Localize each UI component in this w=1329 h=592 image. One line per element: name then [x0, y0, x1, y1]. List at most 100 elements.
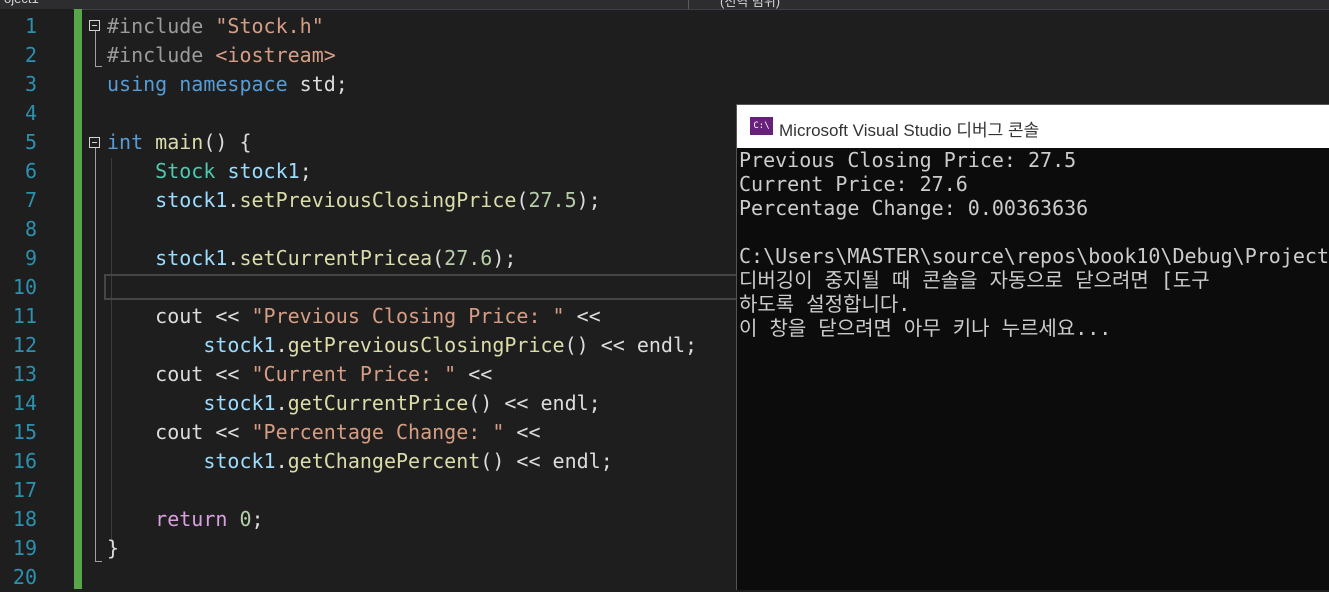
code-token: .	[275, 333, 288, 357]
code-line[interactable]: cout << "Percentage Change: " <<	[107, 418, 541, 447]
code-token: namespace	[179, 72, 288, 96]
fold-collapse-icon[interactable]	[89, 137, 100, 148]
code-token: (	[432, 246, 445, 270]
code-token: cout <<	[107, 420, 252, 444]
code-line[interactable]: return 0;	[107, 505, 263, 534]
current-line-highlight	[104, 274, 744, 300]
code-line[interactable]: stock1.getCurrentPrice() << endl;	[107, 389, 601, 418]
code-line[interactable]: stock1.setCurrentPricea(27.6);	[107, 244, 516, 273]
line-number: 17	[12, 478, 37, 502]
code-token: getPreviousClosingPrice	[287, 333, 565, 357]
console-line: Percentage Change: 0.00363636	[739, 196, 1089, 220]
change-tracking-bar	[74, 9, 82, 589]
code-token: () << endl;	[564, 333, 698, 357]
console-app-icon: C:\	[750, 117, 773, 135]
code-token: return	[155, 507, 228, 531]
line-number: 4	[24, 101, 37, 125]
fold-bracket-line	[95, 148, 96, 562]
code-token: 0	[239, 507, 252, 531]
code-token: .	[227, 188, 240, 212]
line-number: 20	[12, 565, 37, 589]
line-number: 7	[24, 188, 37, 212]
code-line[interactable]: using namespace std;	[107, 70, 348, 99]
line-number: 1	[24, 14, 37, 38]
scope-dropdown[interactable]: (전역 범위)	[720, 0, 780, 9]
console-line: Previous Closing Price: 27.5	[739, 148, 1077, 172]
code-token: 27.5	[528, 188, 577, 212]
code-line[interactable]: stock1.getPreviousClosingPrice() << endl…	[107, 331, 697, 360]
code-line[interactable]: cout << "Current Price: " <<	[107, 360, 492, 389]
code-token: main	[155, 130, 204, 154]
code-token: <<	[564, 304, 601, 328]
line-number: 10	[12, 275, 37, 299]
fold-collapse-icon[interactable]	[89, 20, 100, 31]
code-token: stock1	[155, 188, 228, 212]
project-tab-label[interactable]: oject1	[4, 0, 39, 6]
code-line[interactable]: stock1.getChangePercent() << endl;	[107, 447, 613, 476]
code-token: getChangePercent	[287, 449, 481, 473]
line-number: 15	[12, 420, 37, 444]
line-number: 19	[12, 536, 37, 560]
console-title: Microsoft Visual Studio 디버그 콘솔	[779, 121, 1040, 140]
code-token: );	[576, 188, 601, 212]
code-token: "Percentage Change: "	[251, 420, 505, 444]
code-token: .	[275, 449, 288, 473]
code-token: }	[107, 536, 120, 560]
console-line: 이 창을 닫으려면 아무 키나 누르세요...	[739, 316, 1112, 340]
code-line[interactable]: cout << "Previous Closing Price: " <<	[107, 302, 601, 331]
code-token: .	[275, 391, 288, 415]
code-token: stock1	[227, 159, 300, 183]
code-token: 27.6	[444, 246, 493, 270]
debug-console-window[interactable]: C:\ Microsoft Visual Studio 디버그 콘솔 Previ…	[736, 104, 1329, 590]
code-token: "Stock.h"	[215, 14, 324, 38]
code-token: () {	[203, 130, 252, 154]
code-token: std;	[287, 72, 348, 96]
line-number: 18	[12, 507, 37, 531]
console-line: 하도록 설정합니다.	[739, 292, 911, 316]
code-token: getCurrentPrice	[287, 391, 469, 415]
tab-separator	[688, 0, 689, 9]
line-number-gutter: 1 2 3 4 5 6 7 8 9 10 11 12 13 14 15 16 17 18 19 20	[0, 9, 73, 589]
code-line[interactable]: #include <iostream>	[107, 41, 336, 70]
code-token: "Current Price: "	[251, 362, 457, 386]
line-number: 3	[24, 72, 37, 96]
code-token: cout <<	[107, 304, 252, 328]
code-token: using	[107, 72, 168, 96]
code-token: <<	[504, 420, 541, 444]
code-token: #include	[107, 14, 216, 38]
line-number: 8	[24, 217, 37, 241]
code-token: #include	[107, 43, 216, 67]
line-number: 6	[24, 159, 37, 183]
code-token: (	[516, 188, 529, 212]
console-line: 디버깅이 중지될 때 콘솔을 자동으로 닫으려면 [도구	[739, 268, 1210, 292]
code-token: () << endl;	[468, 391, 601, 415]
code-line[interactable]: stock1.setPreviousClosingPrice(27.5);	[107, 186, 601, 215]
code-line[interactable]: #include "Stock.h"	[107, 12, 324, 41]
console-title-bar[interactable]: C:\ Microsoft Visual Studio 디버그 콘솔	[737, 105, 1329, 148]
line-number: 5	[24, 130, 37, 154]
line-number: 12	[12, 333, 37, 357]
line-number: 11	[12, 304, 37, 328]
code-token: int	[107, 130, 144, 154]
fold-bracket-line	[95, 31, 96, 67]
code-token: () << endl;	[480, 449, 613, 473]
code-token: Stock	[155, 159, 216, 183]
code-token: ;	[299, 159, 312, 183]
line-number: 14	[12, 391, 37, 415]
code-line[interactable]: Stock stock1;	[107, 157, 312, 186]
console-line: Current Price: 27.6	[739, 172, 968, 196]
code-line[interactable]: }	[107, 534, 119, 563]
code-line[interactable]: int main() {	[107, 128, 252, 157]
fold-bracket-end	[95, 561, 102, 562]
document-tab-bar: oject1 (전역 범위)	[0, 0, 1329, 10]
code-token: cout <<	[107, 362, 252, 386]
code-token: setCurrentPricea	[239, 246, 433, 270]
code-token: <iostream>	[215, 43, 336, 67]
